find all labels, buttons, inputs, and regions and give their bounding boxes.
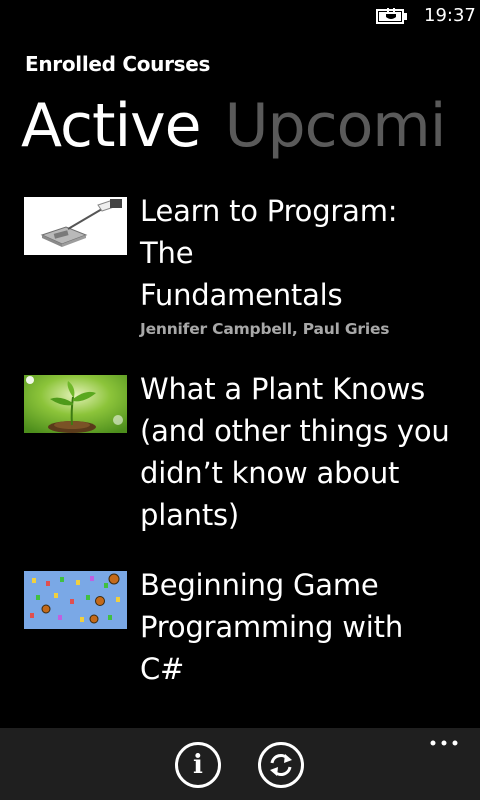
course-item-beginning-game-programming[interactable]: Beginning Game Programming with C# [24, 564, 480, 690]
plant-sprout-thumbnail [24, 375, 127, 433]
course-title-line: Learn to Program: The [140, 194, 398, 270]
course-text: What a Plant Knows (and other things you… [140, 368, 455, 536]
course-title-line: What a Plant Knows [140, 372, 426, 406]
course-item-what-a-plant-knows[interactable]: What a Plant Knows (and other things you… [24, 368, 480, 536]
course-item-learn-to-program[interactable]: Learn to Program: The Fundamentals Jenni… [24, 190, 480, 338]
game-sprites-thumbnail [24, 571, 127, 629]
course-instructors: Jennifer Campbell, Paul Gries [140, 320, 390, 338]
battery-charging-icon [376, 8, 407, 24]
course-text: Beginning Game Programming with C# [140, 564, 455, 690]
course-text: Learn to Program: The Fundamentals Jenni… [140, 190, 455, 338]
application-bar: i [0, 728, 480, 800]
app-title: Enrolled Courses [25, 52, 211, 76]
course-list: Learn to Program: The Fundamentals Jenni… [24, 190, 480, 690]
info-button[interactable]: i [175, 742, 221, 788]
course-title-line: didn’t know about [140, 456, 400, 490]
course-title-line: Programming with C# [140, 610, 403, 686]
course-title-line: (and other things you [140, 414, 450, 448]
course-title-line: Fundamentals [140, 278, 343, 312]
course-title: What a Plant Knows (and other things you… [140, 368, 455, 536]
tab-active[interactable]: Active [21, 88, 202, 164]
programming-device-thumbnail [24, 197, 127, 255]
pivot-headers: Active Upcomi [21, 88, 469, 164]
refresh-icon [270, 754, 292, 776]
tab-upcoming[interactable]: Upcomi [225, 88, 447, 164]
course-title-line: Beginning Game [140, 568, 379, 602]
status-bar: 19:37 [0, 0, 480, 32]
status-clock: 19:37 [424, 5, 476, 26]
course-title-line: plants) [140, 498, 240, 532]
info-icon: i [193, 750, 203, 780]
refresh-button[interactable] [258, 742, 304, 788]
course-title: Learn to Program: The Fundamentals [140, 190, 455, 316]
course-title: Beginning Game Programming with C# [140, 564, 455, 690]
more-options-icon[interactable] [430, 740, 458, 746]
